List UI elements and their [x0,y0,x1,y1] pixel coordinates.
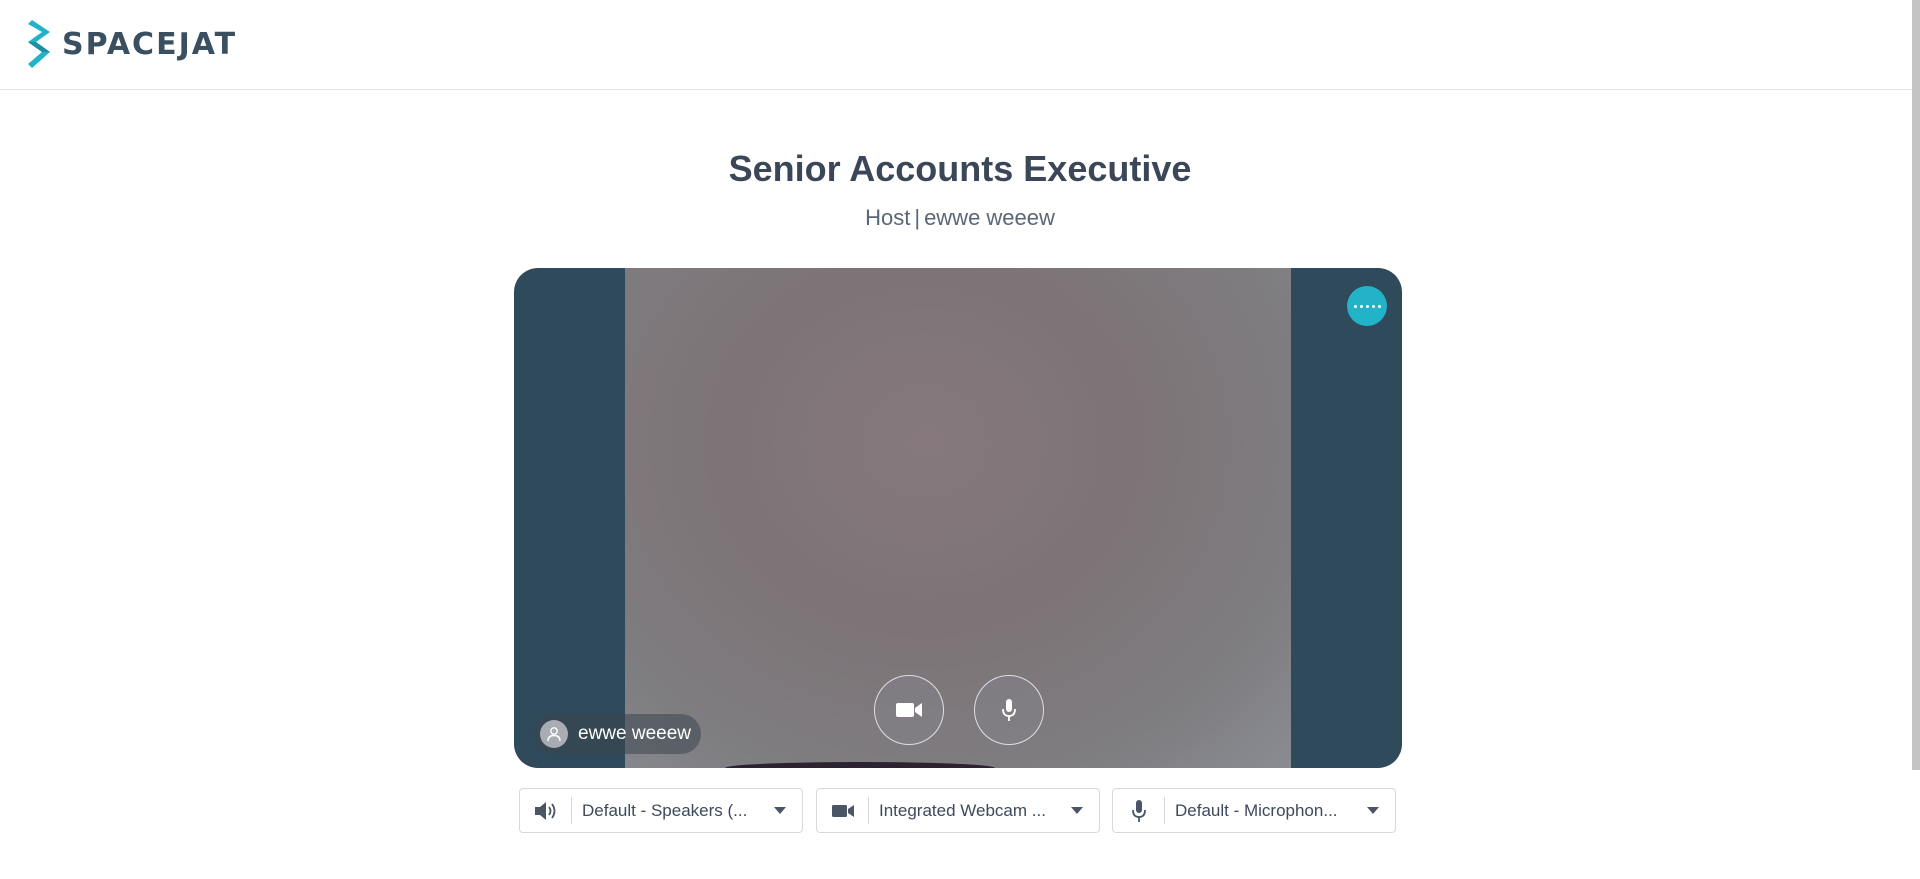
camera-feed [625,268,1291,768]
video-camera-icon [817,797,869,824]
toggle-camera-button[interactable] [874,675,944,745]
camera-select[interactable]: Integrated Webcam ... [816,788,1100,833]
top-header: SPACEJAT [0,0,1920,90]
chevron-down-icon [1071,807,1083,814]
page-scrollbar[interactable] [1912,0,1920,770]
more-dots-icon [1353,304,1381,308]
avatar [540,720,568,748]
subtitle-separator: | [914,205,921,230]
more-options-button[interactable] [1347,286,1387,326]
participant-name: ewwe weeew [578,723,691,744]
participant-name-tag: ewwe weeew [534,714,701,754]
brand-name: SPACEJAT [62,26,238,62]
spacejat-logo-icon [28,20,50,68]
host-role: Host [865,205,911,230]
camera-select-value: Integrated Webcam ... [879,800,1046,820]
video-preview: ewwe weeew [514,268,1402,768]
chevron-down-icon [1367,807,1379,814]
user-icon [547,727,561,742]
meeting-subtitle: Host | ewwe weeew [0,205,1920,231]
speaker-select[interactable]: Default - Speakers (... [519,788,803,833]
spacejat-logo[interactable]: SPACEJAT [26,20,237,68]
host-name: ewwe weeew [924,205,1055,230]
microphone-select-value: Default - Microphon... [1175,800,1338,820]
speaker-select-value: Default - Speakers (... [582,800,748,820]
meeting-title: Senior Accounts Executive [728,148,1192,189]
speaker-icon [520,797,572,824]
chevron-down-icon [774,807,786,814]
video-camera-icon [896,703,922,717]
microphone-icon [1002,699,1016,721]
toggle-microphone-button[interactable] [974,675,1044,745]
microphone-select[interactable]: Default - Microphon... [1112,788,1396,833]
microphone-icon [1113,797,1165,824]
